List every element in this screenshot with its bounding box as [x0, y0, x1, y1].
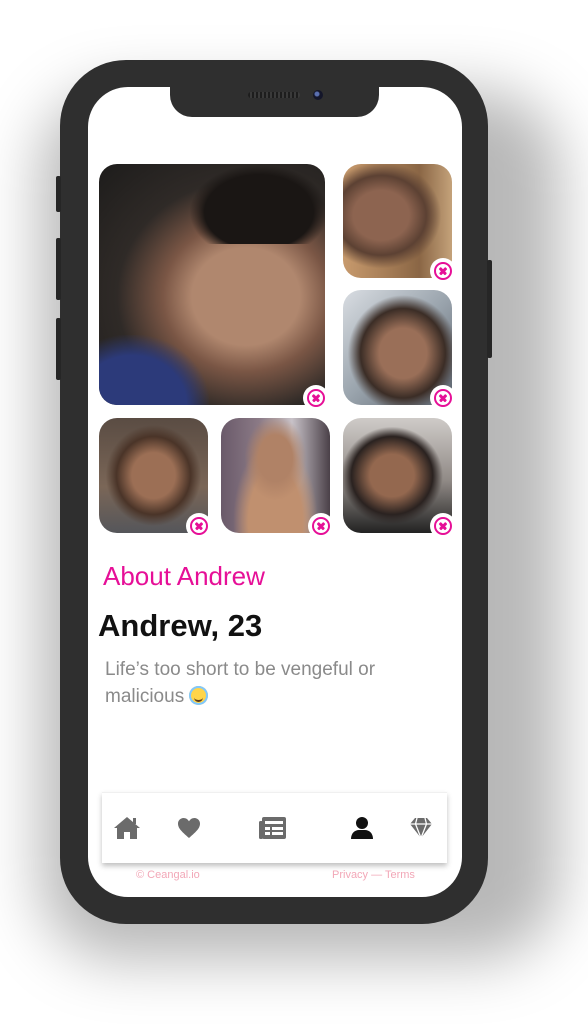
bio-text: Life’s too short to be vengeful or malic…	[105, 659, 376, 707]
photo-4[interactable]	[99, 418, 212, 539]
remove-photo-button[interactable]	[430, 513, 456, 539]
app-screen: About Andrew Andrew, 23 Life’s too short…	[88, 87, 462, 897]
tab-likes[interactable]	[174, 813, 204, 843]
profile-bio: Life’s too short to be vengeful or malic…	[105, 656, 435, 710]
photo-3[interactable]	[343, 290, 456, 411]
profile-name-age: Andrew, 23	[98, 608, 263, 643]
remove-photo-button[interactable]	[430, 258, 456, 284]
news-icon	[259, 817, 286, 839]
remove-icon	[190, 517, 208, 535]
heart-icon	[178, 818, 200, 838]
volume-down-button	[56, 318, 61, 380]
silent-switch	[56, 176, 61, 212]
remove-icon	[434, 262, 452, 280]
photo-2[interactable]	[343, 164, 456, 284]
remove-icon	[312, 517, 330, 535]
about-title: About Andrew	[103, 561, 265, 591]
front-camera	[313, 90, 323, 100]
profile-photo	[99, 164, 325, 405]
remove-icon	[434, 517, 452, 535]
speaker-grille	[248, 92, 300, 98]
tab-home[interactable]	[112, 813, 142, 843]
photo-5[interactable]	[221, 418, 334, 539]
remove-icon	[307, 389, 325, 407]
remove-photo-button[interactable]	[303, 385, 329, 411]
diamond-icon	[410, 817, 432, 839]
tab-premium[interactable]	[406, 813, 436, 843]
tab-feed[interactable]	[258, 813, 288, 843]
remove-icon	[434, 389, 452, 407]
remove-photo-button[interactable]	[186, 513, 212, 539]
halo-emoji-icon	[189, 686, 209, 705]
tab-profile[interactable]	[347, 813, 377, 843]
remove-photo-button[interactable]	[430, 385, 456, 411]
footer-links[interactable]: Privacy — Terms	[332, 869, 415, 881]
user-icon	[351, 817, 373, 839]
footer-copyright[interactable]: © Ceangal.io	[136, 869, 200, 881]
remove-photo-button[interactable]	[308, 513, 334, 539]
bottom-tab-bar	[102, 792, 447, 863]
photo-6[interactable]	[343, 418, 456, 539]
volume-up-button	[56, 238, 61, 300]
home-icon	[114, 817, 140, 839]
photo-1[interactable]	[99, 164, 329, 411]
power-button	[487, 260, 492, 358]
